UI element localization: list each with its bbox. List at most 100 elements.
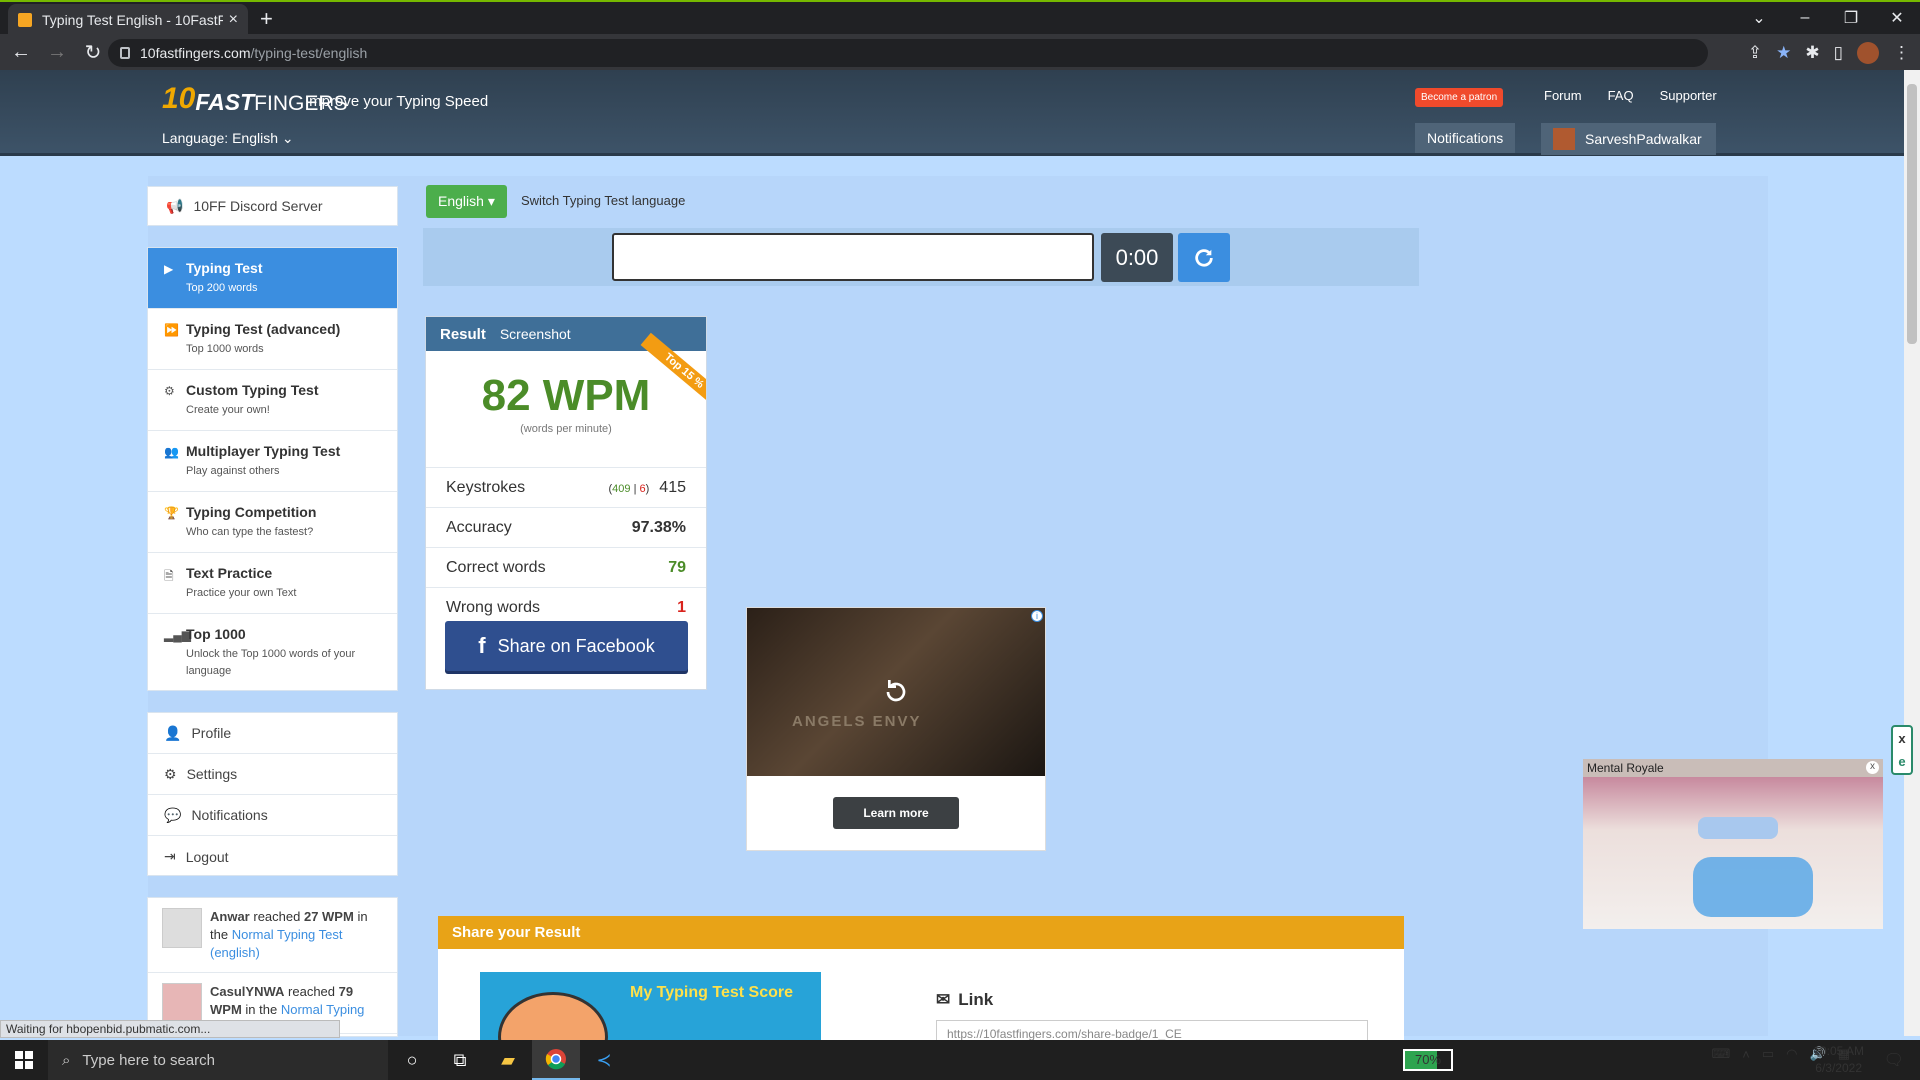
menu-item-subtitle: Top 1000 words [186,343,264,355]
chevron-up-icon[interactable]: ˄ [1742,1047,1750,1062]
video-ad[interactable]: ANGELS ENVY i Learn more [746,607,1046,851]
battery-icon[interactable]: ▭ [1762,1046,1774,1062]
menu-item-text-practice[interactable]: 🗎 Text Practice Practice your own Text [148,553,397,614]
link-label: ✉ Link [936,990,993,1010]
share-result-title: Share your Result [438,916,1404,949]
menu-item-title: Typing Test [186,260,263,276]
ad-info-icon[interactable]: i [1031,610,1043,622]
reload-icon[interactable]: ↻ [78,40,108,65]
browser-toolbar: ← → ↻ 10fastfingers.com/typing-test/engl… [0,34,1920,70]
task-view-icon[interactable]: ⧉ [436,1040,484,1080]
keyboard-icon[interactable]: ⌨ [1712,1046,1731,1062]
menu-item-competition[interactable]: 🏆 Typing Competition Who can type the fas… [148,492,397,553]
menu-item-top-1000[interactable]: ▂▄▆ Top 1000 Unlock the Top 1000 words of… [148,614,397,677]
share-result-panel: Share your Result My Typing Test Score ✉… [438,916,1404,1062]
discord-server-link[interactable]: 📢 10FF Discord Server [147,186,398,226]
mental-royale-widget[interactable]: Mental Royale x [1583,759,1883,929]
vscode-icon[interactable]: ≺ [580,1040,628,1080]
feed-avatar[interactable] [162,983,202,1023]
url-host: 10fastfingers.com [140,45,251,61]
timer: 0:00 [1101,233,1173,282]
settings-label: Settings [186,766,238,782]
profile-avatar[interactable] [1857,42,1879,64]
wpm-subtitle: (words per minute) [520,423,612,435]
logo-ten: 10 [162,82,196,115]
ad-learn-more-button[interactable]: Learn more [833,797,959,829]
language-dropdown[interactable]: Language: English ⌄ [162,130,294,147]
browser-tab[interactable]: Typing Test English - 10FastFinge × [8,4,248,36]
tab-search-icon[interactable]: ⌄ [1736,8,1782,28]
menu-item-typing-test[interactable]: ▶ Typing Test Top 200 words [148,248,397,309]
side-panel-icon[interactable]: ▯ [1834,43,1843,63]
file-explorer-icon[interactable]: ▰ [484,1040,532,1080]
forward-icon[interactable]: → [42,41,72,64]
wifi-icon[interactable]: ◠ [1786,1046,1797,1062]
replay-icon[interactable] [880,676,912,708]
accuracy-row: Accuracy 97.38% [426,507,706,547]
feed-user[interactable]: Anwar [210,909,250,924]
become-patron-button[interactable]: Become a patron [1415,88,1504,107]
refresh-icon [1195,248,1213,267]
chrome-icon[interactable] [532,1040,580,1080]
menu-item-subtitle: Play against others [186,465,280,477]
windows-taskbar: ⌕ Type here to search ○ ⧉ ▰ ≺ [0,1040,1920,1080]
new-tab-button[interactable]: + [260,6,273,32]
extensions-icon[interactable]: ✱ [1805,43,1819,63]
widget-close-icon[interactable]: x [1866,761,1879,774]
side-close-icon[interactable]: x [1898,731,1905,746]
scrollbar-thumb[interactable] [1907,84,1917,344]
wpm-box: Top 15 % 82 WPM (words per minute) [426,332,706,467]
feed-test-link[interactable]: Normal Typing Test (english) [210,927,343,960]
logo-fast: FAST [195,89,255,115]
typing-input[interactable] [612,233,1094,281]
close-window-button[interactable]: ✕ [1874,8,1920,28]
action-center-icon[interactable]: 🗨 [1884,1050,1904,1070]
profile-link[interactable]: 👤 Profile [148,713,397,754]
ad-video[interactable]: ANGELS ENVY [747,608,1045,776]
feed-text: reached [288,984,336,999]
account-menu: 👤 Profile ⚙ Settings 💬 Notifications ⇥ Logou… [147,712,398,876]
nav-supporter[interactable]: Supporter [1660,88,1717,103]
menu-icon[interactable]: ⋮ [1893,43,1910,63]
share-icon[interactable]: ⇪ [1748,43,1762,63]
battery-indicator[interactable]: 70% [1403,1049,1453,1071]
close-tab-icon[interactable]: × [229,11,238,29]
menu-item-typing-test-advanced[interactable]: ⏩ Typing Test (advanced) Top 1000 words [148,309,397,370]
menu-item-title: Top 1000 [186,626,246,642]
taskbar-clock[interactable]: 10:05 AM 6/3/2022 [1813,1043,1864,1077]
side-e-icon[interactable]: e [1898,754,1905,769]
menu-item-title: Text Practice [186,565,273,581]
nav-forum[interactable]: Forum [1544,88,1582,103]
settings-link[interactable]: ⚙ Settings [148,754,397,795]
back-icon[interactable]: ← [6,41,36,64]
menu-item-subtitle: Who can type the fastest? [186,526,314,538]
share-facebook-button[interactable]: f Share on Facebook [445,621,688,671]
restart-button[interactable] [1178,233,1230,282]
cortana-icon[interactable]: ○ [388,1040,436,1080]
menu-item-custom-typing-test[interactable]: ⚙ Custom Typing Test Create your own! [148,370,397,431]
notifications-link[interactable]: 💬 Notifications [148,795,397,836]
activity-feed: Anwar reached 27 WPM in the Normal Typin… [147,897,398,1037]
user-menu[interactable]: SarveshPadwalkar [1541,123,1716,155]
minimize-button[interactable]: – [1782,9,1828,27]
test-language-button[interactable]: English ▾ [426,185,507,218]
feed-test-link[interactable]: Normal Typing [281,1002,365,1017]
feed-user[interactable]: CasulYNWA [210,984,284,999]
trophy-icon: 🏆 [164,506,179,520]
taskbar-search[interactable]: ⌕ Type here to search [48,1040,388,1080]
menu-item-multiplayer[interactable]: 👥 Multiplayer Typing Test Play against ot… [148,431,397,492]
notifications-button[interactable]: Notifications [1415,123,1516,153]
start-button[interactable] [0,1051,48,1069]
restore-button[interactable]: ❐ [1828,8,1874,28]
feed-avatar[interactable] [162,908,202,948]
nav-faq[interactable]: FAQ [1608,88,1634,103]
bookmark-star-icon[interactable]: ★ [1776,43,1791,63]
address-bar[interactable]: 10fastfingers.com/typing-test/english [108,39,1708,67]
gear-icon: ⚙ [164,765,177,782]
logout-link[interactable]: ⇥ Logout [148,836,397,877]
battery-label: 70% [1414,1052,1442,1067]
site-favicon-icon [18,13,32,27]
profile-label: Profile [191,725,232,741]
wrong-words-value: 1 [677,598,686,616]
screenshot-tab[interactable]: Screenshot [500,326,571,342]
